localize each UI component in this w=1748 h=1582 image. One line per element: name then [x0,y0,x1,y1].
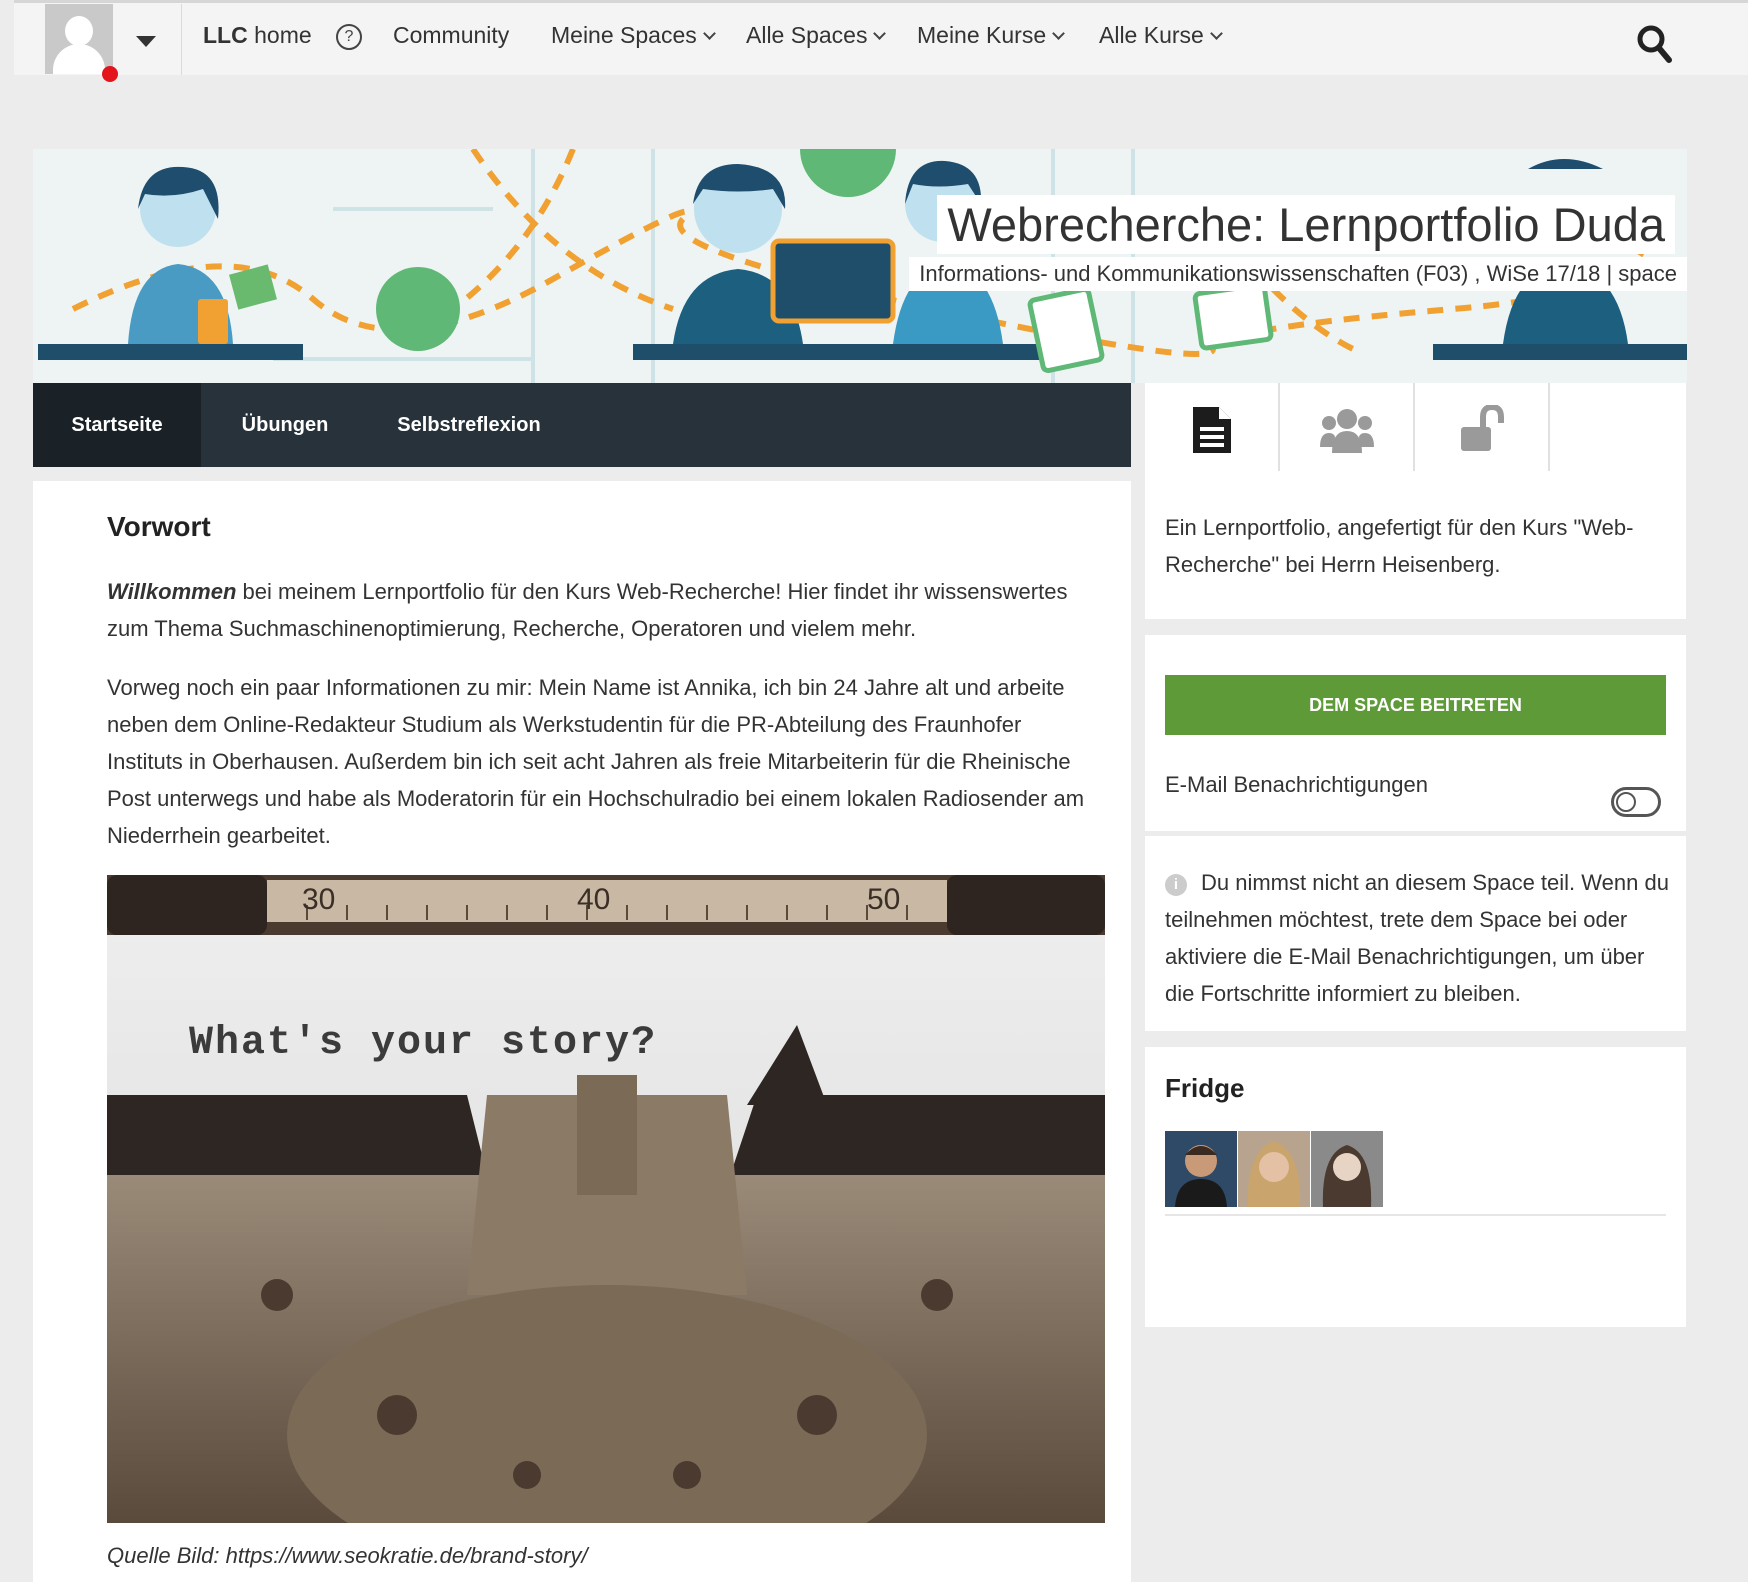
sidebar-tab-info[interactable] [1145,383,1280,471]
chevron-down-icon [873,27,887,40]
intro-paragraph: Willkommen bei meinem Lernportfolio für … [107,573,1097,647]
nav-home-bold: LLC [203,22,248,48]
fridge-title: Fridge [1165,1073,1245,1103]
nav-divider [181,4,182,75]
search-icon[interactable] [1636,24,1672,64]
chevron-down-icon [1052,27,1065,40]
avatar-body [53,44,105,74]
sidebar-membership-panel: DEM SPACE BEITRETEN E-Mail Benachrichtig… [1145,635,1686,831]
space-description: Ein Lernportfolio, angefertigt für den K… [1165,515,1634,577]
fridge-divider [1165,1214,1666,1216]
membership-info-text: Du nimmst nicht an diesem Space teil. We… [1165,870,1669,1006]
space-banner: Webrecherche: Lernportfolio Duda Informa… [33,149,1687,383]
sidebar-tabs [1145,383,1686,473]
nav-community[interactable]: Community [393,22,509,49]
typewriter-image: 30 40 50 What's your story? [107,875,1105,1523]
join-space-button[interactable]: DEM SPACE BEITRETEN [1165,675,1666,735]
sidebar-tab-members[interactable] [1280,383,1415,471]
nav-my-courses-label: Meine Kurse [917,22,1047,48]
sidebar-about-panel: Ein Lernportfolio, angefertigt für den K… [1145,471,1686,619]
ruler-mark: 40 [577,883,611,916]
nav-my-spaces-label: Meine Spaces [551,22,697,48]
user-avatar-icon[interactable] [45,4,113,74]
image-typed-text: What's your story? [189,1021,658,1066]
member-avatar[interactable] [1238,1131,1310,1207]
intro-bold-word: Willkommen [107,579,237,604]
nav-all-spaces[interactable]: Alle Spaces [746,22,887,49]
unlock-icon [1461,405,1504,451]
sidebar-fridge-panel: Fridge [1145,1047,1686,1327]
document-icon [1193,407,1231,453]
email-notifications-label: E-Mail Benachrichtigungen [1165,772,1428,797]
member-avatar[interactable] [1165,1131,1237,1207]
tab-uebungen[interactable]: Übungen [201,383,369,467]
space-tabbar: Startseite Übungen Selbstreflexion [33,383,1131,467]
typewriter-illustration [107,875,1105,1523]
nav-all-courses-label: Alle Kurse [1099,22,1204,48]
tab-startseite[interactable]: Startseite [33,383,201,467]
space-subtitle: Informations- und Kommunikationswissensc… [909,257,1687,291]
main-content: Vorwort Willkommen bei meinem Lernportfo… [33,481,1131,1582]
sidebar-info-panel: Du nimmst nicht an diesem Space teil. We… [1145,836,1686,1031]
intro-text: bei meinem Lernportfolio für den Kurs We… [107,579,1068,641]
nav-home-label: home [254,22,312,48]
member-avatar[interactable] [1311,1131,1383,1207]
ruler-mark: 50 [867,883,901,916]
sidebar-tab-extra[interactable] [1550,383,1683,471]
nav-all-spaces-label: Alle Spaces [746,22,868,48]
space-title: Webrecherche: Lernportfolio Duda [937,195,1675,254]
users-icon [1320,409,1374,453]
info-icon: i [1165,874,1187,896]
help-icon[interactable]: ? [336,24,362,50]
toggle-knob [1616,792,1636,812]
caret-down-icon[interactable] [136,36,156,47]
avatar-head [65,16,93,46]
section-heading: Vorwort [107,511,211,542]
nav-all-courses[interactable]: Alle Kurse [1099,22,1223,49]
image-caption: Quelle Bild: https://www.seokratie.de/br… [107,1543,588,1568]
about-me-paragraph: Vorweg noch ein paar Informationen zu mi… [107,675,1085,848]
ruler-mark: 30 [302,883,336,916]
chevron-down-icon [702,27,716,40]
nav-my-courses[interactable]: Meine Kurse [917,22,1065,49]
chevron-down-icon [1209,27,1223,40]
notification-dot [102,66,118,82]
sidebar-tab-access[interactable] [1415,383,1550,471]
nav-my-spaces[interactable]: Meine Spaces [551,22,716,49]
email-notifications-toggle[interactable] [1611,787,1661,817]
tab-selbstreflexion[interactable]: Selbstreflexion [369,383,569,467]
nav-llc-home[interactable]: LLC home [203,22,312,49]
